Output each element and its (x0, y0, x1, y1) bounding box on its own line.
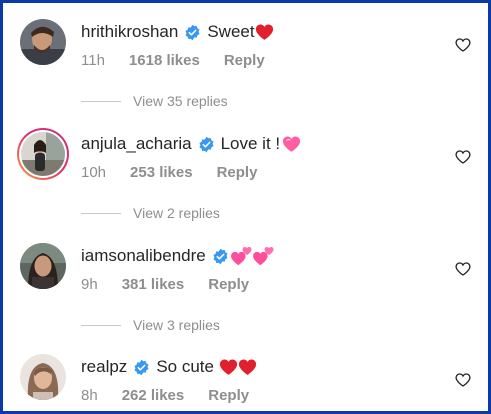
avatar[interactable] (20, 243, 66, 289)
comment-header: hrithikroshan Sweet (81, 20, 274, 44)
comment-header: iamsonalibendre (81, 244, 275, 268)
verified-badge-icon (198, 136, 215, 153)
verified-badge-icon (133, 359, 150, 376)
like-count[interactable]: 381 likes (122, 276, 185, 293)
heart-outline-icon[interactable] (455, 372, 471, 388)
comments-panel: hrithikroshan Sweet 11h 1618 likes Reply… (0, 0, 491, 414)
reply-button[interactable]: Reply (208, 387, 249, 404)
avatar[interactable] (16, 127, 70, 181)
comment-header: anjula_acharia Love it ! (81, 132, 301, 156)
comment-time[interactable]: 10h (81, 164, 106, 181)
reply-button[interactable]: Reply (217, 164, 258, 181)
comment-meta: 10h 253 likes Reply (81, 162, 257, 182)
replies-divider (81, 100, 121, 102)
red-heart-emoji (238, 358, 257, 376)
view-replies-link[interactable]: View 3 replies (81, 315, 220, 335)
comment-text: Love it ! (220, 134, 281, 153)
like-count[interactable]: 1618 likes (129, 52, 200, 69)
reply-button[interactable]: Reply (224, 52, 265, 69)
red-heart-emoji (255, 23, 274, 41)
comment-meta: 8h 262 likes Reply (81, 385, 249, 405)
comment-time[interactable]: 9h (81, 276, 98, 293)
comment-meta: 11h 1618 likes Reply (81, 50, 265, 70)
like-count[interactable]: 262 likes (122, 387, 185, 404)
username[interactable]: realpz (81, 357, 127, 377)
replies-divider (81, 324, 121, 326)
view-replies-label: View 35 replies (133, 93, 228, 109)
like-count[interactable]: 253 likes (130, 164, 193, 181)
comment-time[interactable]: 11h (81, 52, 105, 69)
username[interactable]: iamsonalibendre (81, 246, 206, 266)
comment-time[interactable]: 8h (81, 387, 98, 404)
heart-outline-icon[interactable] (455, 261, 471, 277)
view-replies-link[interactable]: View 2 replies (81, 203, 220, 223)
avatar[interactable] (20, 354, 66, 400)
heart-outline-icon[interactable] (455, 37, 471, 53)
verified-badge-icon (212, 248, 229, 265)
avatar[interactable] (20, 19, 66, 65)
red-heart-emoji (219, 358, 238, 376)
pink-heart-emoji (282, 135, 301, 153)
view-replies-link[interactable]: View 35 replies (81, 91, 228, 111)
username[interactable]: anjula_acharia (81, 134, 192, 154)
verified-badge-icon (184, 24, 201, 41)
replies-divider (81, 212, 121, 214)
comment-header: realpz So cute (81, 355, 257, 379)
two-hearts-emoji (252, 245, 275, 267)
view-replies-label: View 2 replies (133, 205, 220, 221)
view-replies-label: View 3 replies (133, 317, 220, 333)
heart-outline-icon[interactable] (455, 149, 471, 165)
reply-button[interactable]: Reply (208, 276, 249, 293)
two-hearts-emoji (230, 245, 253, 267)
comment-text: So cute (156, 357, 214, 376)
comment-meta: 9h 381 likes Reply (81, 274, 249, 294)
username[interactable]: hrithikroshan (81, 22, 178, 42)
comment-text: Sweet (207, 22, 255, 41)
